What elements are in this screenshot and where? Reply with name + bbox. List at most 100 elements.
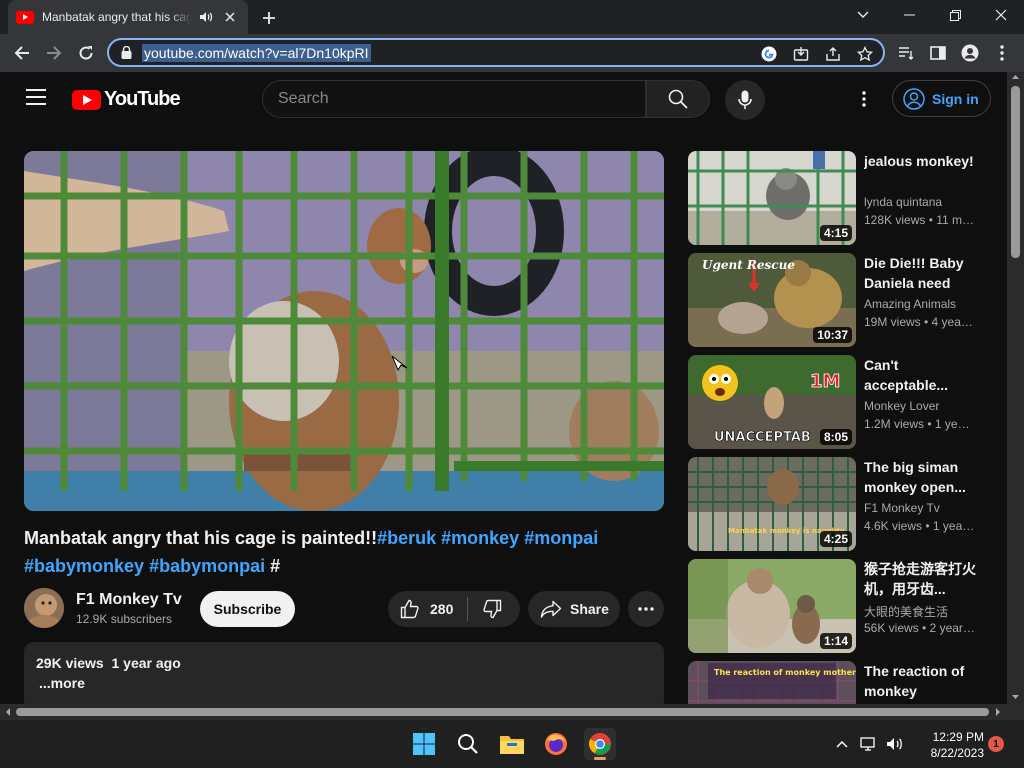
start-button[interactable] — [408, 728, 440, 760]
youtube-page: YouTube Search Sign in Manbatak angry th… — [0, 72, 1007, 704]
reading-list-button[interactable] — [892, 39, 920, 67]
tab-search-chevron-icon[interactable] — [840, 0, 886, 30]
like-dislike-group: 280 — [388, 591, 520, 627]
video-title: Manbatak angry that his cage is painted!… — [24, 524, 664, 580]
hashtag-link[interactable]: #babymonkey — [24, 556, 144, 576]
subscribe-button[interactable]: Subscribe — [200, 591, 295, 627]
google-icon[interactable] — [759, 44, 779, 64]
recommended-title[interactable]: Can't acceptable... — [864, 355, 976, 395]
hashtag-link[interactable]: #babymonpai — [149, 556, 265, 576]
firefox-button[interactable] — [540, 728, 572, 760]
clock-time: 12:29 PM — [932, 730, 984, 744]
windows-logo-icon — [413, 733, 435, 755]
recommended-channel: F1 Monkey Tv — [864, 501, 940, 515]
settings-menu-button[interactable] — [852, 87, 876, 111]
network-icon — [860, 737, 875, 751]
search-icon — [458, 734, 478, 754]
menu-icon[interactable] — [26, 89, 46, 105]
show-more-link[interactable]: ...more — [39, 675, 85, 691]
recommended-title[interactable]: Die Die!!! Baby Daniela need help — [864, 253, 976, 293]
reload-button[interactable] — [72, 39, 100, 67]
new-tab-button[interactable] — [258, 7, 280, 29]
video-duration: 8:05 — [819, 429, 852, 445]
channel-avatar[interactable] — [24, 588, 64, 628]
youtube-wordmark: YouTube — [104, 88, 181, 110]
scroll-up-arrow-icon — [1012, 75, 1019, 79]
youtube-logo[interactable]: YouTube — [72, 88, 181, 111]
recommended-title[interactable]: 猴子抢走游客打火机，用牙齿... — [864, 559, 976, 599]
video-thumbnail[interactable]: Manbatak monkey is naughty 4:25 — [688, 457, 856, 551]
account-icon — [903, 87, 925, 110]
back-button[interactable] — [8, 39, 36, 67]
side-panel-icon — [930, 46, 946, 60]
volume-button[interactable] — [884, 728, 906, 760]
channel-name[interactable]: F1 Monkey Tv — [76, 591, 182, 609]
system-clock[interactable]: 12:29 PM 8/22/2023 — [918, 729, 984, 761]
thumbnail-label: UNACCEPTAB — [714, 430, 811, 445]
close-tab-icon[interactable] — [220, 7, 240, 27]
view-count-date: 29K views 1 year ago — [36, 655, 181, 671]
recommended-video[interactable]: 1:14 猴子抢走游客打火机，用牙齿... 大眼的美食生活 56K views … — [688, 559, 988, 653]
recommended-video[interactable]: Ugent Rescue 10:37 Die Die!!! Baby Danie… — [688, 253, 988, 347]
windows-taskbar: 12:29 PM 8/22/2023 1 — [0, 720, 1024, 768]
microphone-icon — [738, 90, 752, 109]
search-input[interactable]: Search — [262, 80, 646, 118]
browser-menu-button[interactable] — [988, 39, 1016, 67]
sign-in-button[interactable]: Sign in — [892, 80, 991, 117]
vertical-scroll-thumb[interactable] — [1011, 86, 1020, 258]
profile-button[interactable] — [956, 39, 984, 67]
recommended-video[interactable]: 1M UNACCEPTAB 8:05 Can't acceptable... Mo… — [688, 355, 988, 449]
like-count: 280 — [430, 601, 454, 617]
network-button[interactable] — [858, 728, 880, 760]
recommended-title[interactable]: The reaction of monkey mother... — [864, 661, 976, 701]
recommended-title[interactable]: jealous monkey! — [864, 151, 976, 171]
restore-button[interactable] — [932, 0, 978, 30]
show-hidden-icons-button[interactable] — [826, 728, 858, 760]
close-window-button[interactable] — [978, 0, 1024, 30]
like-button[interactable]: 280 — [388, 591, 468, 627]
minimize-button[interactable] — [886, 0, 932, 30]
recommended-video[interactable]: 4:15 jealous monkey! lynda quintana 128K… — [688, 151, 988, 245]
dislike-button[interactable] — [468, 591, 520, 627]
thumbnail-badge: 1M — [810, 371, 840, 392]
taskbar-search-button[interactable] — [452, 728, 484, 760]
chrome-button[interactable] — [584, 728, 616, 760]
voice-search-button[interactable] — [725, 80, 765, 120]
speaker-icon[interactable] — [196, 7, 216, 27]
clock-date: 8/22/2023 — [930, 746, 984, 760]
video-player[interactable] — [24, 151, 664, 511]
hashtag-link[interactable]: #monpai — [524, 528, 598, 548]
share-button[interactable]: Share — [528, 591, 620, 627]
horizontal-scrollbar[interactable] — [0, 704, 1007, 720]
file-explorer-button[interactable] — [496, 728, 528, 760]
video-thumbnail[interactable]: 1:14 — [688, 559, 856, 653]
side-panel-button[interactable] — [924, 39, 952, 67]
lock-icon[interactable] — [121, 46, 132, 59]
share-page-icon[interactable] — [823, 44, 843, 64]
video-thumbnail[interactable]: Ugent Rescue 10:37 — [688, 253, 856, 347]
recommended-video[interactable]: The reaction of monkey mother The reacti… — [688, 661, 988, 704]
forward-button[interactable] — [40, 39, 68, 67]
recommended-title[interactable]: The big siman monkey open... — [864, 457, 976, 497]
hashtag-link[interactable]: #beruk — [377, 528, 436, 548]
more-actions-button[interactable] — [628, 591, 664, 627]
url-text[interactable]: youtube.com/watch?v=al7Dn10kpRI — [142, 44, 371, 62]
horizontal-scroll-thumb[interactable] — [16, 708, 989, 716]
video-thumbnail[interactable]: The reaction of monkey mother — [688, 661, 856, 704]
notification-badge[interactable]: 1 — [988, 736, 1004, 752]
browser-tab[interactable]: Manbatak angry that his cage is painted!… — [8, 0, 248, 34]
bookmark-star-icon[interactable] — [855, 44, 875, 64]
video-thumbnail[interactable]: 1M UNACCEPTAB 8:05 — [688, 355, 856, 449]
address-bar[interactable]: youtube.com/watch?v=al7Dn10kpRI — [107, 38, 885, 67]
search-icon — [668, 89, 688, 109]
vertical-scrollbar[interactable] — [1007, 72, 1024, 704]
video-thumbnail[interactable]: 4:15 — [688, 151, 856, 245]
video-frame-image — [24, 151, 664, 511]
recommended-video[interactable]: Manbatak monkey is naughty 4:25 The big … — [688, 457, 988, 551]
description-box[interactable]: 29K views 1 year ago ...more — [24, 642, 664, 704]
search-button[interactable] — [646, 80, 710, 118]
vertical-dots-icon — [862, 91, 866, 107]
hashtag-link[interactable]: #monkey — [441, 528, 519, 548]
chevron-up-icon — [836, 740, 848, 748]
install-app-icon[interactable] — [791, 44, 811, 64]
